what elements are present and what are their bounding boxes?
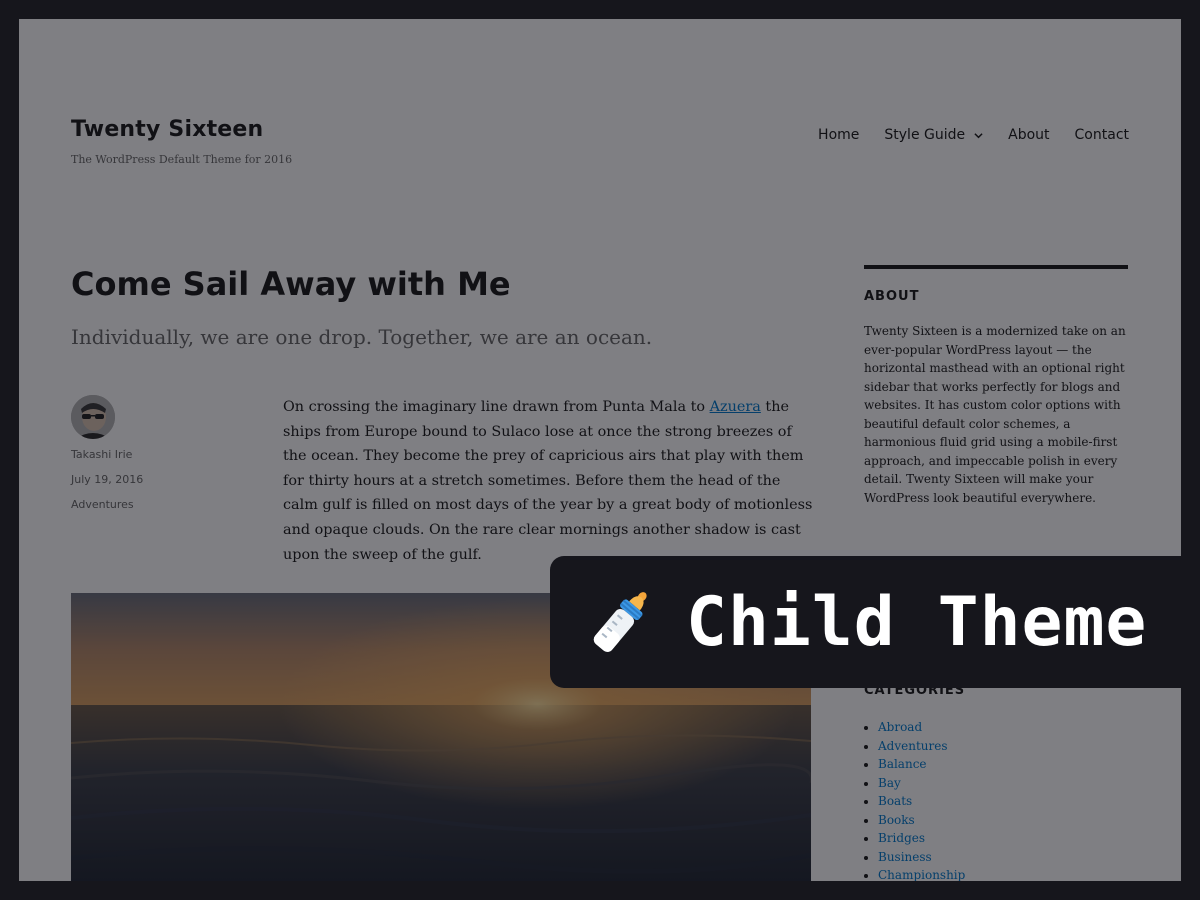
categories-list: Abroad Adventures Balance Bay Boats Book… bbox=[864, 718, 1128, 881]
avatar-image bbox=[71, 395, 115, 439]
category-link[interactable]: Championship bbox=[878, 868, 965, 881]
nav-item-contact[interactable]: Contact bbox=[1075, 127, 1129, 143]
sidebar: ABOUT Twenty Sixteen is a modernized tak… bbox=[864, 265, 1128, 507]
child-theme-badge: Child Theme bbox=[550, 556, 1200, 688]
list-item: Bridges bbox=[878, 829, 1128, 848]
azuera-link[interactable]: Azuera bbox=[710, 399, 761, 415]
chevron-down-icon bbox=[974, 132, 983, 138]
nav-item-home[interactable]: Home bbox=[818, 127, 859, 143]
about-widget-text: Twenty Sixteen is a modernized take on a… bbox=[864, 324, 1126, 505]
category-link[interactable]: Boats bbox=[878, 794, 912, 808]
post-date[interactable]: July 19, 2016 bbox=[71, 473, 143, 486]
category-link[interactable]: Business bbox=[878, 850, 932, 864]
category-link[interactable]: Bridges bbox=[878, 831, 925, 845]
nav-item-style-guide[interactable]: Style Guide bbox=[884, 127, 983, 143]
site-title[interactable]: Twenty Sixteen bbox=[71, 117, 263, 142]
list-item: Abroad bbox=[878, 718, 1128, 737]
category-link[interactable]: Bay bbox=[878, 776, 901, 790]
list-item: Adventures bbox=[878, 737, 1128, 756]
list-item: Bay bbox=[878, 774, 1128, 793]
post-title[interactable]: Come Sail Away with Me bbox=[71, 265, 511, 303]
nav-item-label: Style Guide bbox=[884, 127, 966, 143]
post-subtitle: Individually, we are one drop. Together,… bbox=[71, 325, 653, 349]
author-avatar[interactable] bbox=[71, 395, 115, 439]
badge-label: Child Theme bbox=[686, 582, 1148, 662]
post-body-text-start: On crossing the imaginary line drawn fro… bbox=[283, 399, 710, 415]
categories-widget: CATEGORIES Abroad Adventures Balance Bay… bbox=[864, 683, 1128, 881]
about-widget-title: ABOUT bbox=[864, 289, 920, 304]
category-link[interactable]: Abroad bbox=[878, 720, 922, 734]
list-item: Business bbox=[878, 848, 1128, 867]
post-author[interactable]: Takashi Irie bbox=[71, 448, 132, 461]
category-link[interactable]: Books bbox=[878, 813, 915, 827]
list-item: Balance bbox=[878, 755, 1128, 774]
baby-bottle-icon bbox=[593, 592, 647, 652]
post-body: On crossing the imaginary line drawn fro… bbox=[283, 395, 813, 567]
list-item: Boats bbox=[878, 792, 1128, 811]
category-link[interactable]: Adventures bbox=[878, 739, 948, 753]
main-navigation: Home Style Guide About Contact bbox=[818, 127, 1129, 143]
category-link[interactable]: Balance bbox=[878, 757, 927, 771]
list-item: Championship bbox=[878, 866, 1128, 881]
sidebar-divider bbox=[864, 265, 1128, 269]
page-frame: Twenty Sixteen The WordPress Default The… bbox=[19, 19, 1181, 881]
nav-item-about[interactable]: About bbox=[1008, 127, 1049, 143]
post-category[interactable]: Adventures bbox=[71, 498, 134, 511]
post-body-text-end: the ships from Europe bound to Sulaco lo… bbox=[283, 399, 813, 563]
site-description: The WordPress Default Theme for 2016 bbox=[71, 153, 293, 166]
list-item: Books bbox=[878, 811, 1128, 830]
